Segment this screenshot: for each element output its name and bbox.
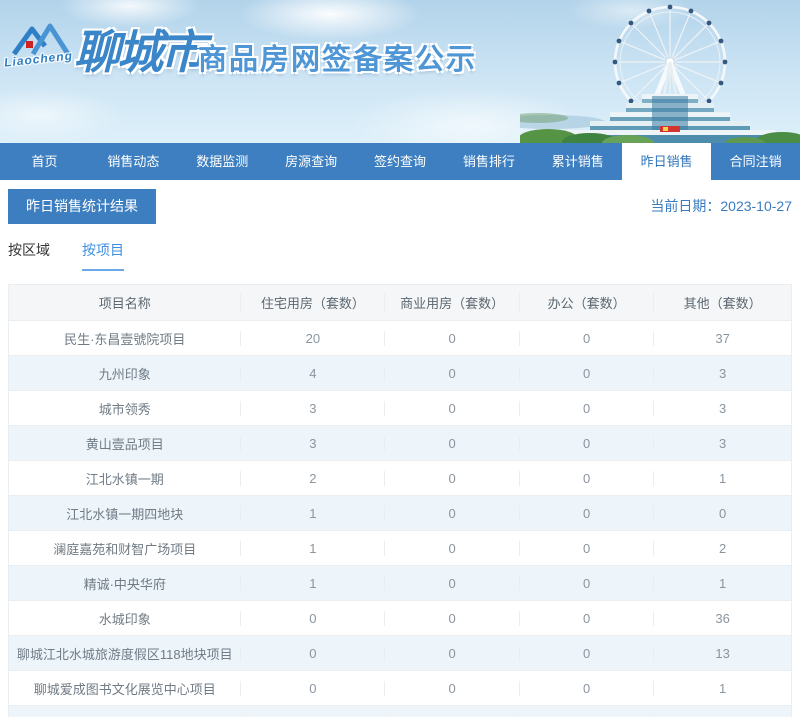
value-cell: 20: [240, 330, 384, 346]
value-cell: 0: [384, 435, 519, 451]
value-cell: 0: [518, 365, 654, 381]
project-name-cell: 聊城江北水城旅游度假区118地块项目: [16, 646, 233, 662]
column-header: 办公（套数）: [518, 293, 654, 312]
project-name-cell: 合计: [9, 714, 240, 717]
value-cell: 2: [653, 540, 791, 556]
value-cell: 3: [653, 435, 791, 451]
site-city-name: 聊城市: [74, 26, 206, 78]
project-name-cell: 城市领秀: [98, 401, 151, 417]
nav-item-sales-dynamics[interactable]: 销售动态: [89, 143, 178, 180]
value-cell: 3: [653, 365, 791, 381]
main-nav: 首页 销售动态 数据监测 房源查询 签约查询 销售排行 累计销售 昨日销售 合同…: [0, 143, 800, 180]
table-row: 聊城江北水城旅游度假区118地块项目 0 0 0 13: [9, 636, 791, 671]
tab-by-region[interactable]: 按区域: [8, 240, 50, 271]
value-cell: 0: [518, 610, 654, 626]
page-title: 昨日销售统计结果: [8, 189, 156, 224]
value-cell: 0: [518, 400, 654, 416]
project-name-cell: 精诚·中央华府: [83, 576, 166, 592]
table-row: 江北水镇一期 2 0 0 1: [9, 461, 791, 496]
nav-item-contract-query[interactable]: 签约查询: [356, 143, 445, 180]
project-name-cell: 九州印象: [98, 366, 151, 382]
project-name-cell: 民生·东昌壹號院项目: [64, 331, 186, 347]
table-row: 澜庭嘉苑和财智广场项目 1 0 0 2: [9, 531, 791, 566]
value-cell: 0: [518, 435, 654, 451]
ferris-wheel-illustration: [520, 4, 800, 143]
value-cell: 3: [653, 400, 791, 416]
project-name-cell: 水城印象: [98, 611, 151, 627]
value-cell: 1: [653, 575, 791, 591]
table-row: 精诚·中央华府 1 0 0 1: [9, 566, 791, 601]
sales-table: 项目名称 住宅用房（套数） 商业用房（套数） 办公（套数） 其他（套数） 民生·东昌壹號院…: [8, 284, 792, 717]
project-name-cell: 黄山壹品项目: [85, 436, 164, 452]
table-total-row: 合计3500100: [9, 706, 791, 717]
value-cell: 0: [518, 645, 654, 661]
value-cell: 37: [653, 330, 791, 346]
value-cell: 3: [240, 400, 384, 416]
value-cell: 1: [240, 505, 384, 521]
value-cell: 1: [240, 575, 384, 591]
main-content: 昨日销售统计结果 当前日期：2023-10-27 按区域 按项目 项目名称 住宅用…: [0, 180, 800, 717]
value-cell: 13: [653, 645, 791, 661]
value-cell: 0: [518, 505, 654, 521]
value-cell: 0: [384, 540, 519, 556]
table-row: 水城印象 0 0 0 36: [9, 601, 791, 636]
value-cell: 4: [240, 365, 384, 381]
column-header: 商业用房（套数）: [384, 293, 519, 312]
value-cell: 0: [240, 680, 384, 696]
table-row: 九州印象 4 0 0 3: [9, 356, 791, 391]
value-cell: 0: [518, 575, 654, 591]
view-tabs: 按区域 按项目: [8, 240, 800, 271]
table-row: 民生·东昌壹號院项目 20 0 0 37: [9, 321, 791, 356]
nav-item-total-sales[interactable]: 累计销售: [533, 143, 622, 180]
value-cell: 2: [240, 470, 384, 486]
nav-item-data-monitor[interactable]: 数据监测: [178, 143, 267, 180]
site-title: 商品房网签备案公示: [198, 44, 478, 76]
nav-item-house-query[interactable]: 房源查询: [267, 143, 356, 180]
site-header: Liaocheng 聊城市 商品房网签备案公示: [0, 0, 800, 143]
value-cell: 0: [384, 575, 519, 591]
value-cell: 0: [384, 400, 519, 416]
tab-by-project[interactable]: 按项目: [82, 240, 124, 271]
current-date-value: 2023-10-27: [720, 198, 792, 214]
nav-item-sales-ranking[interactable]: 销售排行: [444, 143, 533, 180]
value-cell: 0: [518, 470, 654, 486]
table-row: 江北水镇一期四地块 1 0 0 0: [9, 496, 791, 531]
value-cell: 0: [384, 505, 519, 521]
value-cell: 1: [653, 470, 791, 486]
value-cell: 0: [518, 680, 654, 696]
nav-item-contract-cancel[interactable]: 合同注销: [711, 143, 800, 180]
value-cell: 1: [240, 540, 384, 556]
value-cell: 0: [384, 365, 519, 381]
nav-item-yesterday-sales[interactable]: 昨日销售: [622, 143, 712, 180]
value-cell: 0: [384, 470, 519, 486]
table-row: 城市领秀 3 0 0 3: [9, 391, 791, 426]
value-cell: 0: [384, 610, 519, 626]
value-cell: 0: [240, 645, 384, 661]
project-name-cell: 澜庭嘉苑和财智广场项目: [53, 541, 197, 557]
table-header-row: 项目名称 住宅用房（套数） 商业用房（套数） 办公（套数） 其他（套数）: [9, 285, 791, 321]
current-date-label: 当前日期：: [650, 198, 721, 214]
value-cell: 0: [384, 330, 519, 346]
value-cell: 1: [653, 680, 791, 696]
project-name-cell: 聊城爱成图书文化展览中心项目: [33, 681, 216, 697]
value-cell: 3: [240, 435, 384, 451]
column-header: 住宅用房（套数）: [240, 293, 384, 312]
value-cell: 0: [384, 680, 519, 696]
value-cell: 36: [653, 610, 791, 626]
column-header: 其他（套数）: [653, 293, 791, 312]
value-cell: 0: [653, 505, 791, 521]
value-cell: 0: [240, 610, 384, 626]
current-date: 当前日期：2023-10-27: [650, 189, 792, 216]
value-cell: 0: [518, 330, 654, 346]
value-cell: 0: [518, 540, 654, 556]
project-name-cell: 江北水镇一期: [85, 471, 164, 487]
table-row: 黄山壹品项目 3 0 0 3: [9, 426, 791, 461]
table-row: 聊城爱成图书文化展览中心项目 0 0 0 1: [9, 671, 791, 706]
project-name-cell: 江北水镇一期四地块: [66, 506, 184, 522]
nav-item-home[interactable]: 首页: [0, 143, 89, 180]
column-header: 项目名称: [98, 296, 151, 311]
value-cell: 0: [384, 645, 519, 661]
